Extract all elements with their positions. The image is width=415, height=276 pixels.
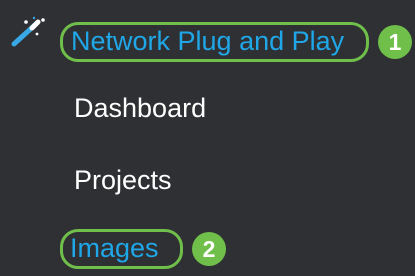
callout-badge-1: 1 <box>378 25 412 59</box>
magic-wand-icon <box>11 16 45 47</box>
nav-item-dashboard[interactable]: Dashboard <box>74 95 206 122</box>
nav-item-network-plug-and-play[interactable]: Network Plug and Play <box>71 28 344 55</box>
nav-item-images[interactable]: Images <box>70 235 159 262</box>
nav-item-projects[interactable]: Projects <box>74 167 172 194</box>
callout-badge-2: 2 <box>192 232 226 266</box>
